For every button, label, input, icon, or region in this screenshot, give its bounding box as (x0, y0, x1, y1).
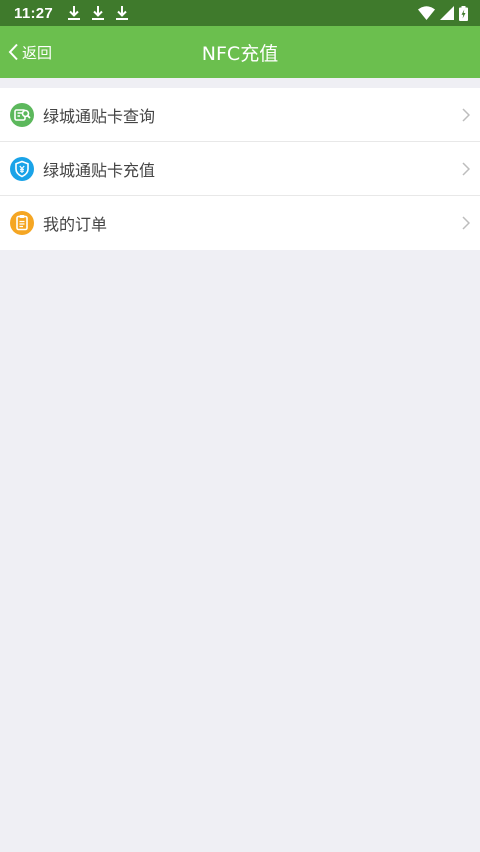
signal-icon (440, 6, 454, 20)
notification-icons (67, 5, 129, 21)
page-title: NFC充值 (201, 42, 279, 65)
download-icon (92, 6, 105, 20)
wifi-icon (418, 6, 435, 20)
back-label: 返回 (22, 43, 53, 62)
download-icon (116, 6, 129, 20)
shield-yen-icon (10, 156, 34, 181)
chevron-right-icon (462, 108, 470, 122)
menu-item-label: 绿城通贴卡充值 (43, 160, 156, 180)
back-button[interactable]: 返回 (4, 26, 56, 78)
status-bar: 11:27 (0, 0, 480, 26)
app-header: 返回 NFC充值 (0, 26, 480, 78)
system-status-icons (418, 5, 468, 21)
status-time: 11:27 (14, 4, 54, 22)
chevron-right-icon (462, 216, 470, 230)
menu-list: 绿城通贴卡查询 绿城通贴卡充值 我的订单 (0, 88, 480, 250)
chevron-right-icon (462, 162, 470, 176)
menu-item-label: 我的订单 (43, 215, 108, 234)
menu-item-my-orders[interactable]: 我的订单 (0, 196, 480, 250)
menu-item-card-query[interactable]: 绿城通贴卡查询 (0, 88, 480, 142)
card-search-icon (10, 102, 34, 127)
menu-item-label: 绿城通贴卡查询 (43, 106, 156, 126)
battery-charging-icon (459, 5, 468, 21)
menu-item-card-recharge[interactable]: 绿城通贴卡充值 (0, 142, 480, 196)
download-icon (68, 6, 81, 20)
chevron-left-icon (8, 43, 18, 61)
order-clipboard-icon (10, 211, 34, 235)
